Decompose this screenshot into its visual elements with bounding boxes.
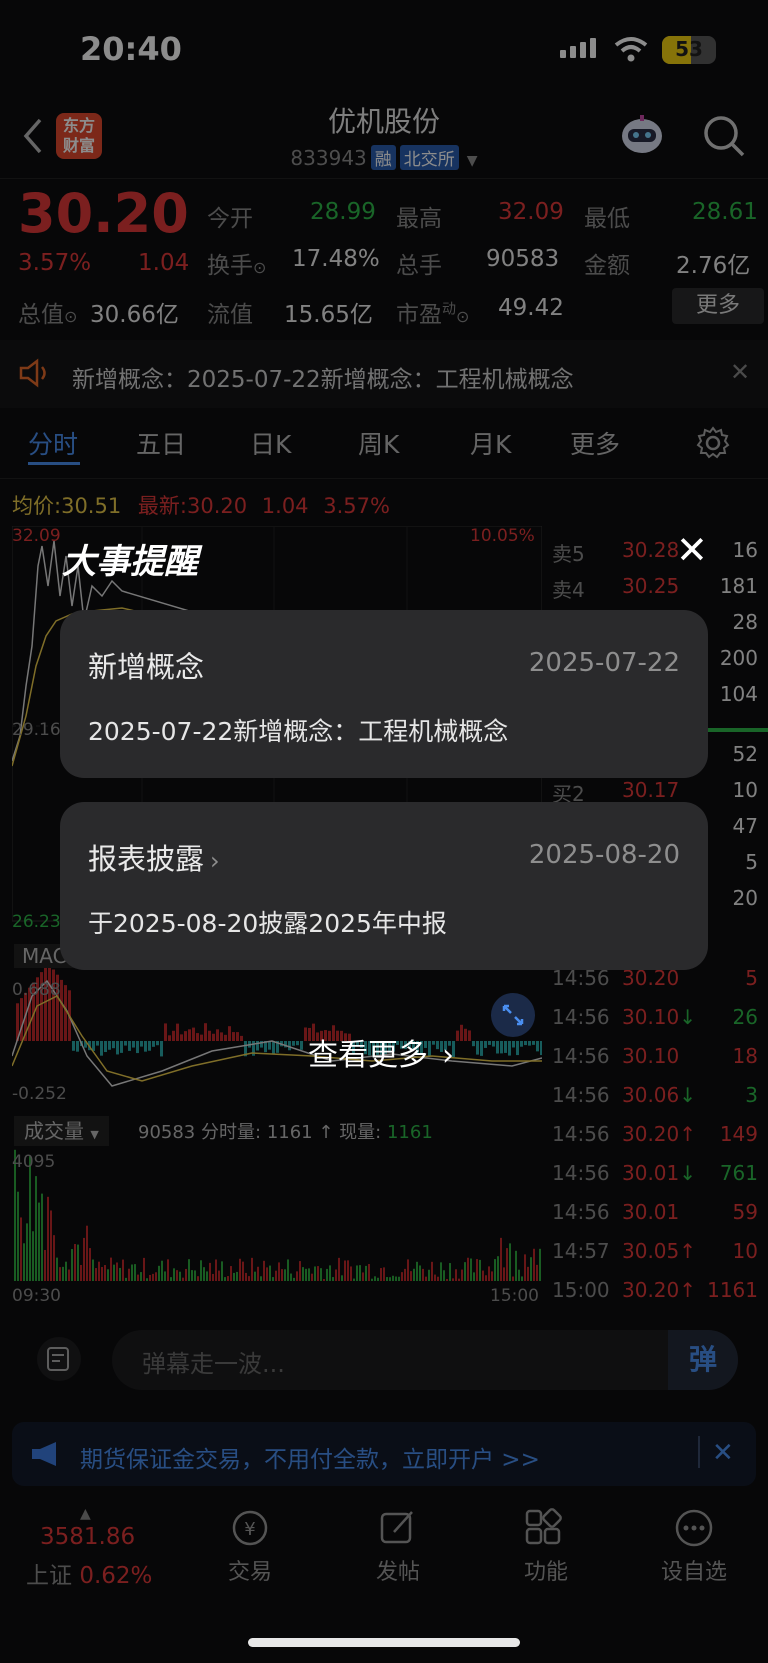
home-indicator: [248, 1638, 520, 1647]
chevron-right-icon: ›: [210, 847, 220, 875]
event-card-date: 2025-07-22: [528, 648, 680, 678]
event-card-body: 2025-07-22新增概念：工程机械概念: [88, 717, 509, 746]
overlay-heading: 大事提醒: [62, 542, 198, 582]
event-card-body: 于2025-08-20披露2025年中报: [88, 909, 447, 938]
event-card[interactable]: 新增概念 2025-07-22 2025-07-22新增概念：工程机械概念: [60, 610, 708, 778]
expand-icon[interactable]: [490, 992, 536, 1038]
event-card-title: 报表披露 ›: [88, 842, 220, 876]
view-more-link[interactable]: 查看更多 ›: [308, 1030, 454, 1074]
stock-detail-screen: 20:40 53 东方 财富 优机股份 833943 融北交所 ▼ 30.20 3.5…: [0, 0, 768, 1663]
chevron-right-icon: ›: [442, 1038, 454, 1073]
event-card-title: 新增概念: [88, 650, 205, 684]
event-card[interactable]: 报表披露 › 2025-08-20 于2025-08-20披露2025年中报: [60, 802, 708, 970]
overlay-close-icon[interactable]: ✕: [676, 528, 708, 572]
event-card-date: 2025-08-20: [528, 840, 680, 870]
